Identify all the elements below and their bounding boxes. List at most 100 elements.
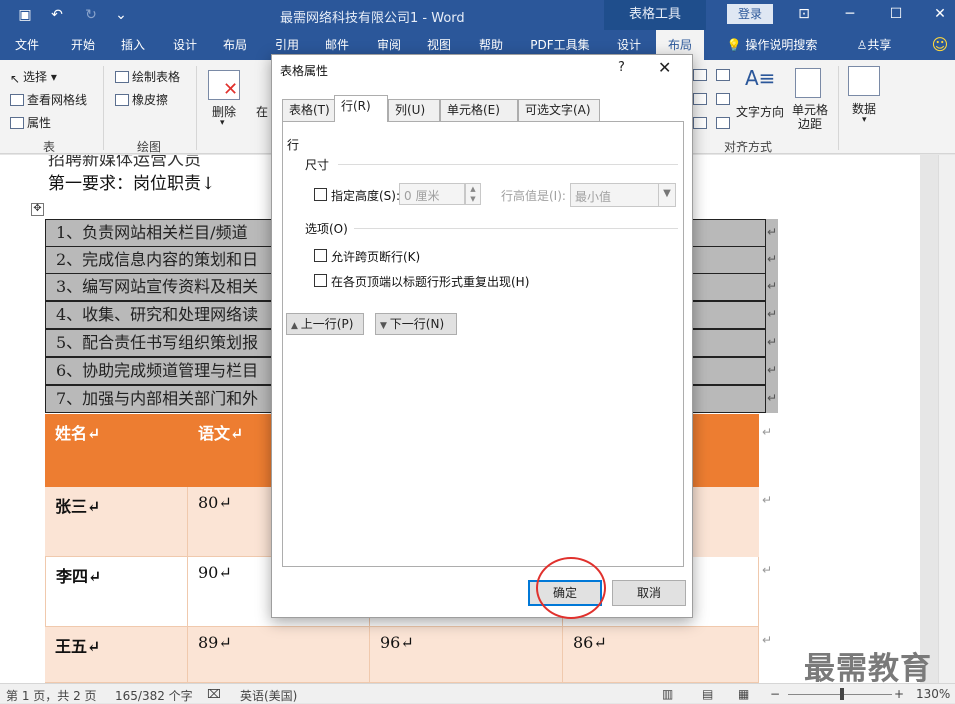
dialog-tab-strip: 表格(T) 行(R) 列(U) 单元格(E) 可选文字(A) — [282, 95, 686, 122]
header-cell-name[interactable]: 姓名↵ — [45, 414, 188, 487]
row-end-mark-icon: ↵ — [766, 301, 778, 329]
redo-icon[interactable]: ↻ — [80, 5, 102, 25]
group-label-align: 对齐方式 — [724, 140, 773, 154]
tab-alt-text[interactable]: 可选文字(A) — [518, 99, 600, 121]
table-move-handle-icon[interactable]: ✥ — [31, 203, 44, 216]
select-button[interactable]: ↖ 选择 ▾ — [10, 68, 57, 86]
language-indicator[interactable]: 英语(美国) — [240, 687, 297, 704]
align-top-center-icon[interactable] — [716, 68, 733, 82]
dialog-close-icon[interactable]: ✕ — [658, 58, 671, 77]
section-row-label: 行 — [287, 138, 300, 152]
align-bottom-left-icon[interactable] — [693, 116, 710, 130]
next-row-button[interactable]: ▼ 下一行(N) — [375, 313, 457, 335]
ribbon-separator — [196, 66, 197, 150]
page-count[interactable]: 第 1 页，共 2 页 — [6, 687, 97, 704]
align-bottom-center-icon[interactable] — [716, 116, 733, 130]
zoom-slider-thumb[interactable] — [840, 688, 844, 700]
person-icon: ♙ — [856, 38, 868, 52]
zoom-out-icon[interactable]: − — [770, 687, 780, 701]
help-icon[interactable]: ? — [618, 60, 625, 75]
row-end-mark-icon: ↵ — [766, 273, 778, 301]
specify-height-checkbox[interactable] — [314, 188, 327, 201]
row-end-mark-icon: ↵ — [766, 357, 778, 385]
allow-row-break-label: 允许跨页断行(K) — [331, 250, 421, 264]
ribbon-separator — [103, 66, 104, 150]
row-height-input[interactable]: 0 厘米 — [399, 183, 465, 205]
zoom-level[interactable]: 130% — [916, 687, 950, 701]
table-cell[interactable]: 96↵ — [370, 627, 563, 683]
lightbulb-icon: 💡 — [726, 38, 746, 52]
align-middle-center-icon[interactable] — [716, 92, 733, 106]
customize-qat-icon[interactable]: ⌄ — [110, 5, 132, 25]
document-line-partial: 招聘新媒体运营人员 — [48, 155, 201, 170]
tab-table[interactable]: 表格(T) — [282, 99, 337, 121]
height-spinner-icon[interactable]: ▲ ▼ — [465, 183, 481, 205]
data-icon — [848, 66, 880, 96]
cell-margins-button[interactable]: 单元格边距 — [790, 103, 830, 131]
close-icon[interactable]: ✕ — [917, 0, 955, 30]
triangle-down-icon: ▼ — [380, 321, 390, 331]
draw-table-button[interactable]: 绘制表格 — [115, 68, 180, 85]
table-cell[interactable]: 86↵ — [563, 627, 759, 683]
repeat-header-checkbox[interactable] — [314, 274, 327, 287]
tab-design[interactable]: 设计 — [164, 30, 206, 60]
delete-table-icon: ✕ — [208, 70, 240, 100]
chevron-down-icon: ▾ — [220, 118, 225, 128]
cancel-button[interactable]: 取消 — [612, 580, 686, 606]
table-cell[interactable]: 李四↵ — [45, 557, 188, 627]
delete-label: 删除 — [212, 105, 237, 119]
eraser-icon — [115, 94, 129, 106]
insert-above-partial[interactable]: 在 — [256, 103, 268, 120]
view-gridlines-label: 查看网格线 — [27, 93, 88, 107]
properties-icon — [10, 117, 24, 129]
tell-me-search[interactable]: 💡 操作说明搜索 — [720, 30, 824, 60]
word-count[interactable]: 165/382 个字 — [115, 687, 193, 704]
size-divider — [338, 164, 678, 165]
tab-layout[interactable]: 布局 — [214, 30, 256, 60]
watermark-logo: 最需教育 — [804, 651, 932, 687]
group-label-table: 表 — [43, 140, 56, 154]
previous-row-label: 上一行(P) — [300, 317, 354, 331]
annotation-circle — [536, 557, 606, 619]
previous-row-button[interactable]: ▲ 上一行(P) — [286, 313, 364, 335]
print-layout-icon[interactable]: ▤ — [702, 687, 713, 701]
login-button[interactable]: 登录 — [727, 4, 773, 24]
tab-home[interactable]: 开始 — [62, 30, 104, 60]
cell-margins-label: 单元格边距 — [791, 103, 828, 131]
properties-label: 属性 — [27, 116, 52, 130]
web-layout-icon[interactable]: ▦ — [738, 687, 749, 701]
zoom-in-icon[interactable]: + — [894, 687, 904, 701]
undo-icon[interactable]: ↶ — [46, 5, 68, 25]
smiley-feedback-icon[interactable]: ☺ — [928, 30, 952, 60]
row-end-mark-icon: ↵ — [762, 493, 773, 507]
allow-row-break-checkbox[interactable] — [314, 249, 327, 262]
table-properties-dialog: 表格属性 ? ✕ 表格(T) 行(R) 列(U) 单元格(E) 可选文字(A) … — [271, 54, 693, 618]
align-top-left-icon[interactable] — [693, 68, 710, 82]
align-middle-left-icon[interactable] — [693, 92, 710, 106]
maximize-icon[interactable]: ☐ — [873, 0, 919, 30]
minimize-icon[interactable]: ─ — [827, 0, 873, 30]
document-title: 最需网络科技有限公司1 - Word — [280, 11, 465, 26]
size-group-label: 尺寸 — [305, 158, 330, 172]
properties-button[interactable]: 属性 — [10, 114, 51, 131]
save-icon[interactable]: ▣ — [14, 5, 36, 25]
tab-cell[interactable]: 单元格(E) — [440, 99, 518, 121]
table-cell[interactable]: 89↵ — [188, 627, 370, 683]
chevron-down-icon: ▾ — [862, 115, 867, 125]
read-mode-icon[interactable]: ▥ — [662, 687, 673, 701]
share-button[interactable]: ♙共享 — [848, 30, 900, 60]
tab-row[interactable]: 行(R) — [334, 95, 388, 122]
view-gridlines-button[interactable]: 查看网格线 — [10, 91, 87, 108]
ribbon-display-icon[interactable]: ⊡ — [781, 0, 827, 30]
tab-insert[interactable]: 插入 — [112, 30, 154, 60]
vertical-scrollbar[interactable] — [938, 155, 955, 683]
text-direction-button[interactable]: 文字方向 — [736, 103, 784, 120]
eraser-button[interactable]: 橡皮擦 — [115, 91, 168, 108]
tab-column[interactable]: 列(U) — [388, 99, 440, 121]
dialog-title: 表格属性 — [280, 64, 329, 78]
table-cell[interactable]: 张三↵ — [45, 487, 188, 557]
tab-file[interactable]: 文件 — [6, 30, 48, 60]
text-direction-label: 文字方向 — [736, 105, 785, 119]
proofing-icon[interactable]: ⌧ — [207, 687, 221, 701]
table-cell[interactable]: 王五↵ — [45, 627, 188, 683]
